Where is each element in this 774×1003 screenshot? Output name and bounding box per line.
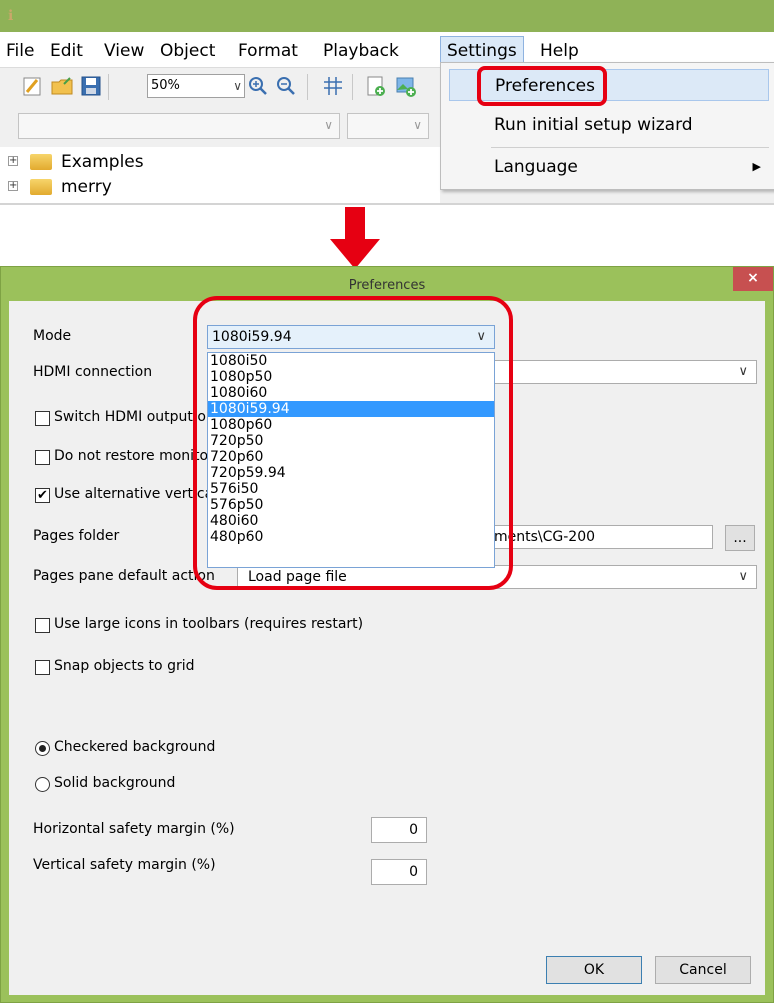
folder-icon: [30, 154, 52, 170]
checkered-background-label: Checkered background: [54, 739, 216, 755]
toolbar-separator: [108, 74, 109, 100]
zoom-select[interactable]: 50% ∨: [147, 74, 245, 98]
horizontal-margin-label: Horizontal safety margin (%): [33, 821, 235, 837]
ok-button[interactable]: OK: [546, 956, 642, 984]
highlight-box-mode: [193, 296, 513, 590]
chevron-down-icon: ∨: [413, 118, 422, 132]
close-button[interactable]: ×: [733, 267, 773, 291]
snap-to-grid-label: Snap objects to grid: [54, 658, 195, 674]
menu-help[interactable]: Help: [540, 39, 579, 63]
hdmi-connection-label: HDMI connection: [33, 364, 153, 380]
expand-icon[interactable]: +: [8, 181, 18, 191]
no-restore-label: Do not restore monitor: [54, 448, 214, 464]
new-page-icon[interactable]: [20, 74, 44, 98]
chevron-down-icon: ∨: [233, 79, 242, 93]
checkered-background-radio[interactable]: [35, 741, 50, 756]
chevron-down-icon: ∨: [738, 364, 748, 379]
add-image-icon[interactable]: [394, 74, 418, 98]
app-icon: ℹ: [8, 8, 14, 24]
horizontal-margin-input[interactable]: 0: [371, 817, 427, 843]
font-size-combobox[interactable]: ∨: [347, 113, 429, 139]
pages-tree: + Examples + merry: [0, 147, 440, 203]
pages-action-label: Pages pane default action: [33, 568, 215, 584]
add-page-icon[interactable]: [364, 74, 388, 98]
folder-icon: [30, 179, 52, 195]
open-folder-icon[interactable]: [50, 74, 74, 98]
menu-edit[interactable]: Edit: [50, 39, 83, 63]
font-combobox[interactable]: ∨: [18, 113, 340, 139]
large-icons-checkbox[interactable]: [35, 618, 50, 633]
switch-hdmi-checkbox[interactable]: [35, 411, 50, 426]
alt-vertical-checkbox[interactable]: ✔: [35, 488, 50, 503]
tree-item-label: Examples: [61, 152, 144, 172]
solid-background-label: Solid background: [54, 775, 176, 791]
tree-item-label: merry: [61, 177, 112, 197]
menu-item-setup-wizard[interactable]: Run initial setup wizard: [449, 109, 769, 141]
toolbar-separator: [352, 74, 353, 100]
expand-icon[interactable]: +: [8, 156, 18, 166]
menu-file[interactable]: File: [6, 39, 34, 63]
menu-item-label: Run initial setup wizard: [494, 115, 693, 135]
save-icon[interactable]: [79, 74, 103, 98]
zoom-out-icon[interactable]: [274, 74, 298, 98]
down-arrow-icon: [330, 207, 380, 269]
application-window: ℹ File Edit View Object Format Playback …: [0, 0, 774, 205]
pages-folder-label: Pages folder: [33, 528, 120, 544]
zoom-value: 50%: [151, 78, 180, 93]
vertical-margin-input[interactable]: 0: [371, 859, 427, 885]
chevron-down-icon: ∨: [324, 118, 333, 132]
no-restore-checkbox[interactable]: [35, 450, 50, 465]
menu-item-label: Language: [494, 157, 578, 177]
chevron-down-icon: ∨: [738, 569, 748, 584]
toolbar-separator: [307, 74, 308, 100]
menu-playback[interactable]: Playback: [323, 39, 399, 63]
menu-format[interactable]: Format: [238, 39, 298, 63]
highlight-box-preferences: [477, 66, 607, 106]
mode-label: Mode: [33, 328, 72, 344]
vertical-margin-label: Vertical safety margin (%): [33, 857, 216, 873]
solid-background-radio[interactable]: [35, 777, 50, 792]
cancel-button[interactable]: Cancel: [655, 956, 751, 984]
menu-view[interactable]: View: [104, 39, 144, 63]
app-titlebar: ℹ: [0, 0, 774, 32]
grid-icon[interactable]: [321, 74, 345, 98]
menu-item-language[interactable]: Language ▶: [449, 151, 769, 183]
menu-separator: [491, 147, 769, 148]
zoom-in-icon[interactable]: [246, 74, 270, 98]
menu-object[interactable]: Object: [160, 39, 215, 63]
switch-hdmi-label: Switch HDMI output on: [54, 409, 215, 425]
snap-to-grid-checkbox[interactable]: [35, 660, 50, 675]
large-icons-label: Use large icons in toolbars (requires re…: [54, 616, 364, 632]
browse-button[interactable]: ...: [725, 525, 755, 551]
submenu-arrow-icon: ▶: [752, 160, 761, 173]
